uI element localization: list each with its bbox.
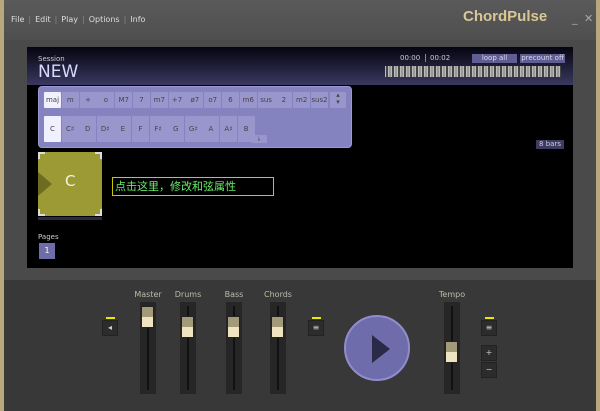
root-note-0[interactable]: C [44,116,61,142]
fader-handle-master[interactable] [141,305,154,328]
fader-label-master: Master [134,290,162,299]
fader-label-tempo: Tempo [438,290,466,299]
tempo-minus-button[interactable]: − [481,362,497,378]
chord-block-label: C [65,172,76,190]
mute-speaker-icon[interactable]: ◂ [102,317,118,336]
menu-options[interactable]: Options [89,15,120,24]
root-note-3[interactable]: D♯ [96,116,114,142]
chord-type-11[interactable]: m6 [239,92,257,108]
root-note-2[interactable]: D [79,116,97,142]
chord-type-4[interactable]: M7 [115,92,133,108]
play-icon [372,335,390,363]
fader-label-drums: Drums [174,290,202,299]
menu-play[interactable]: Play [61,15,78,24]
menu-file[interactable]: File [11,15,24,24]
root-note-9[interactable]: A [202,116,220,142]
app-window: File | Edit | Play | Options | Info ChordPul… [4,0,596,411]
tooltip: 点击这里，修改和弦属性 [112,177,274,196]
chord-block[interactable]: C [38,152,102,216]
session-header: Session NEW 00:00 00:02 loop all precoun… [27,47,573,85]
root-note-7[interactable]: G [167,116,185,142]
chord-type-15[interactable]: sus2 [311,92,328,108]
play-marker-icon [38,172,52,196]
fader-handle-bass[interactable] [227,316,240,338]
root-note-6[interactable]: F♯ [149,116,167,142]
bars-button[interactable]: 8 bars [536,140,564,149]
root-note-8[interactable]: G♯ [184,116,202,142]
chords-style-icon[interactable]: ≡ [308,317,324,336]
fader-handle-tempo[interactable] [445,340,458,363]
pages-label: Pages [38,233,59,241]
chord-type-13[interactable]: 2 [275,92,293,108]
chord-type-3[interactable]: o [97,92,115,108]
chord-type-5[interactable]: 7 [133,92,150,108]
title-bar: File | Edit | Play | Options | Info ChordPul… [4,0,596,40]
close-icon[interactable]: ✕ [584,12,593,25]
chord-type-9[interactable]: o7 [204,92,222,108]
loop-all-button[interactable]: loop all [472,54,517,63]
session-name: NEW [38,62,79,82]
root-note-10[interactable]: A♯ [220,116,237,142]
chord-progress-bar [38,217,102,220]
menu-edit[interactable]: Edit [35,15,51,24]
root-note-4[interactable]: E [114,116,132,142]
menu-bar: File | Edit | Play | Options | Info [11,15,146,24]
chord-type-7[interactable]: +7 [168,92,186,108]
fader-label-chords: Chords [264,290,292,299]
mixer-panel: ◂ ≡ ≡ + − Master Drums Bass Chords Tempo [4,280,596,411]
page-button-1[interactable]: 1 [39,243,55,259]
piano-keyboard [385,66,561,77]
tempo-style-icon[interactable]: ≡ [481,317,497,336]
minimize-icon[interactable]: _ [572,12,578,25]
play-button[interactable] [344,315,410,381]
fader-label-bass: Bass [224,290,244,299]
app-title: ChordPulse [463,8,548,25]
chord-type-14[interactable]: m2 [293,92,311,108]
chord-type-12[interactable]: sus [257,92,275,108]
chord-type-2[interactable]: + [79,92,97,108]
chord-type-10[interactable]: 6 [222,92,239,108]
chord-type-8[interactable]: ø7 [186,92,204,108]
root-note-1[interactable]: C♯ [61,116,79,142]
chord-type-0[interactable]: maj [44,92,61,108]
time-total: 00:02 [425,54,450,62]
tempo-plus-button[interactable]: + [481,345,497,361]
chord-editor: ▴ ▾ ♭ maj m + o M7 7 m7 +7 ø7 o7 6 m6 sus 2 m2 sus2 C C♯ D D… [38,86,352,148]
fader-handle-drums[interactable] [181,316,194,338]
menu-info[interactable]: Info [130,15,145,24]
chord-type-6[interactable]: m7 [150,92,168,108]
time-current: 00:00 [400,54,421,62]
root-note-11[interactable]: B [237,116,255,142]
scroll-arrows-icon[interactable]: ▴ ▾ [330,92,346,108]
root-note-5[interactable]: F [132,116,149,142]
precount-button[interactable]: precount off [520,54,565,63]
session-panel: Session NEW 00:00 00:02 loop all precoun… [27,47,573,268]
fader-handle-chords[interactable] [271,316,284,338]
chord-type-1[interactable]: m [61,92,79,108]
